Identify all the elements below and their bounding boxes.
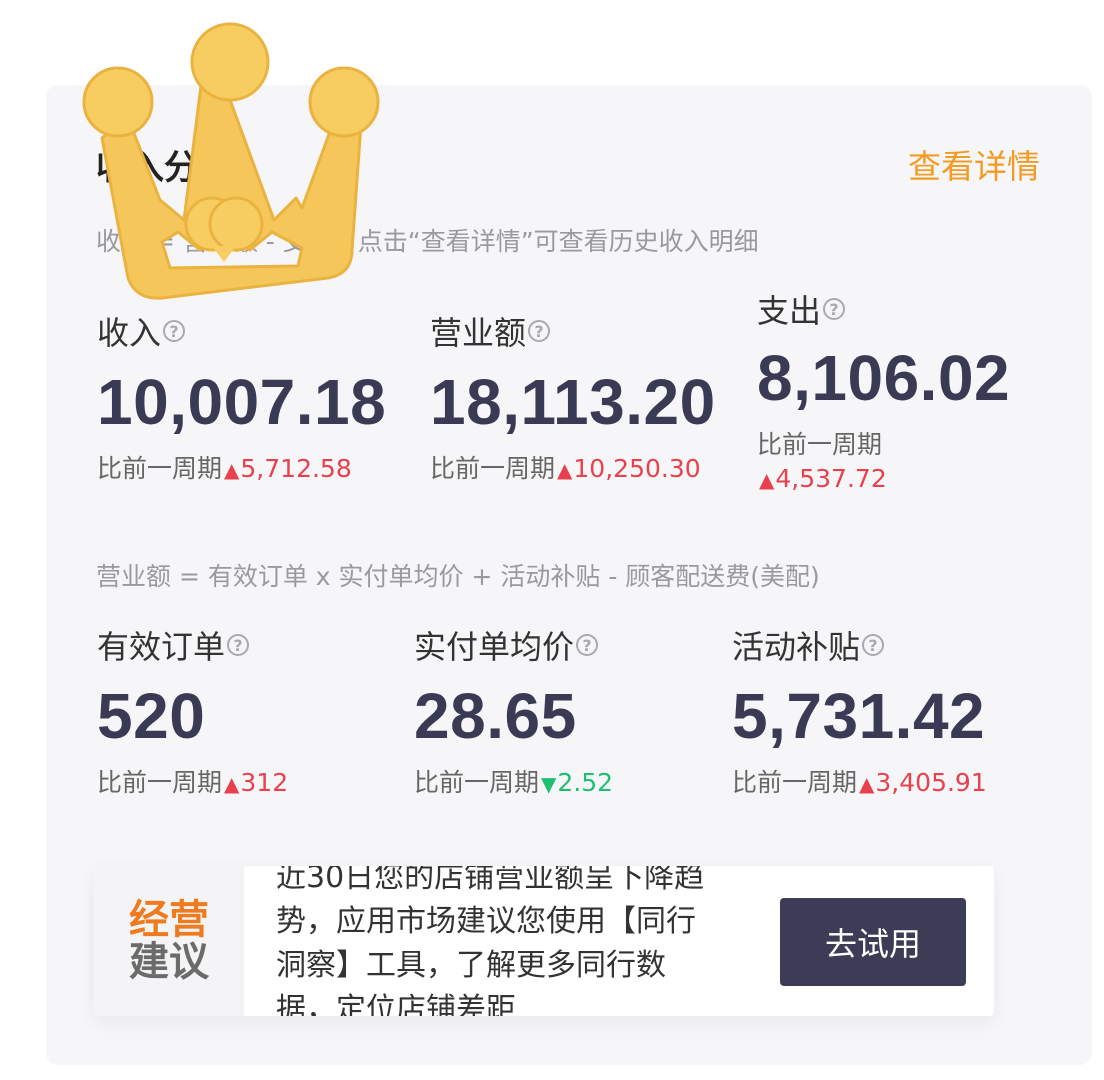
compare-delta: 4,537.72 <box>775 463 887 493</box>
metric-value: 5,731.42 <box>732 680 986 752</box>
badge-line-2: 建议 <box>129 939 209 985</box>
metric-value: 28.65 <box>414 680 577 752</box>
question-circle-icon[interactable]: ? <box>576 634 599 656</box>
metric-label: 实付单均价 <box>414 628 575 666</box>
metric-revenue: 营业额? 18,113.20 比前一周期 ▲10,250.30 <box>430 308 716 486</box>
metric-value: 10,007.18 <box>97 366 387 438</box>
compare-label: 比前一周期 <box>732 768 858 797</box>
arrow-up-icon: ▲ <box>224 458 240 482</box>
metric-expense: 支出? 8,106.02 比前一周期 ▲4,537.72 <box>757 286 1010 496</box>
question-circle-icon[interactable]: ? <box>862 634 885 656</box>
business-suggestion-card: 经营 建议 近30日您的店铺营业额呈下降趋势，应用市场建议您使用【同行洞察】工具… <box>94 866 994 1016</box>
arrow-up-icon: ▲ <box>224 772 240 796</box>
question-circle-icon[interactable]: ? <box>227 634 250 656</box>
metric-income: 收入? 10,007.18 比前一周期 ▲5,712.58 <box>97 308 386 486</box>
suggestion-badge: 经营 建议 <box>94 866 244 1016</box>
revenue-formula: 营业额 = 有效订单 x 实付单均价 + 活动补贴 - 顾客配送费(美配) <box>96 562 820 591</box>
compare-label: 比前一周期 <box>97 768 223 797</box>
question-circle-icon[interactable]: ? <box>823 298 846 320</box>
metric-value: 18,113.20 <box>430 366 716 438</box>
question-circle-icon[interactable]: ? <box>163 320 186 342</box>
compare-delta: 3,405.91 <box>875 768 987 797</box>
arrow-up-icon: ▲ <box>557 458 573 482</box>
badge-line-1: 经营 <box>129 897 209 943</box>
compare-delta: 2.52 <box>557 768 614 797</box>
metric-label: 收入 <box>97 314 162 352</box>
arrow-up-icon: ▲ <box>859 772 875 796</box>
crown-icon <box>82 22 380 300</box>
view-details-link[interactable]: 查看详情 <box>908 140 1040 188</box>
metric-valid-orders: 有效订单? 520 比前一周期 ▲312 <box>97 622 288 800</box>
compare-delta: 10,250.30 <box>573 454 701 483</box>
compare-label: 比前一周期 <box>430 454 556 483</box>
try-button[interactable]: 去试用 <box>780 898 966 986</box>
question-circle-icon[interactable]: ? <box>528 320 551 342</box>
metric-subsidy: 活动补贴? 5,731.42 比前一周期 ▲3,405.91 <box>732 622 987 800</box>
metric-label: 支出 <box>757 292 822 330</box>
compare-label: 比前一周期 <box>414 768 540 797</box>
arrow-up-icon: ▲ <box>759 467 775 492</box>
compare-delta: 312 <box>240 768 289 797</box>
metric-label: 营业额 <box>430 314 527 352</box>
metric-value: 520 <box>97 680 206 752</box>
compare-label: 比前一周期 <box>757 430 883 459</box>
metric-avg-price: 实付单均价? 28.65 比前一周期 ▼2.52 <box>414 622 613 800</box>
compare-delta: 5,712.58 <box>240 454 352 483</box>
metric-value: 8,106.02 <box>757 342 1011 414</box>
suggestion-text: 近30日您的店铺营业额呈下降趋势，应用市场建议您使用【同行洞察】工具，了解更多同… <box>276 866 705 1016</box>
metric-label: 活动补贴 <box>732 628 861 666</box>
compare-label: 比前一周期 <box>97 454 223 483</box>
metric-label: 有效订单 <box>97 628 226 666</box>
arrow-down-icon: ▼ <box>541 772 557 796</box>
